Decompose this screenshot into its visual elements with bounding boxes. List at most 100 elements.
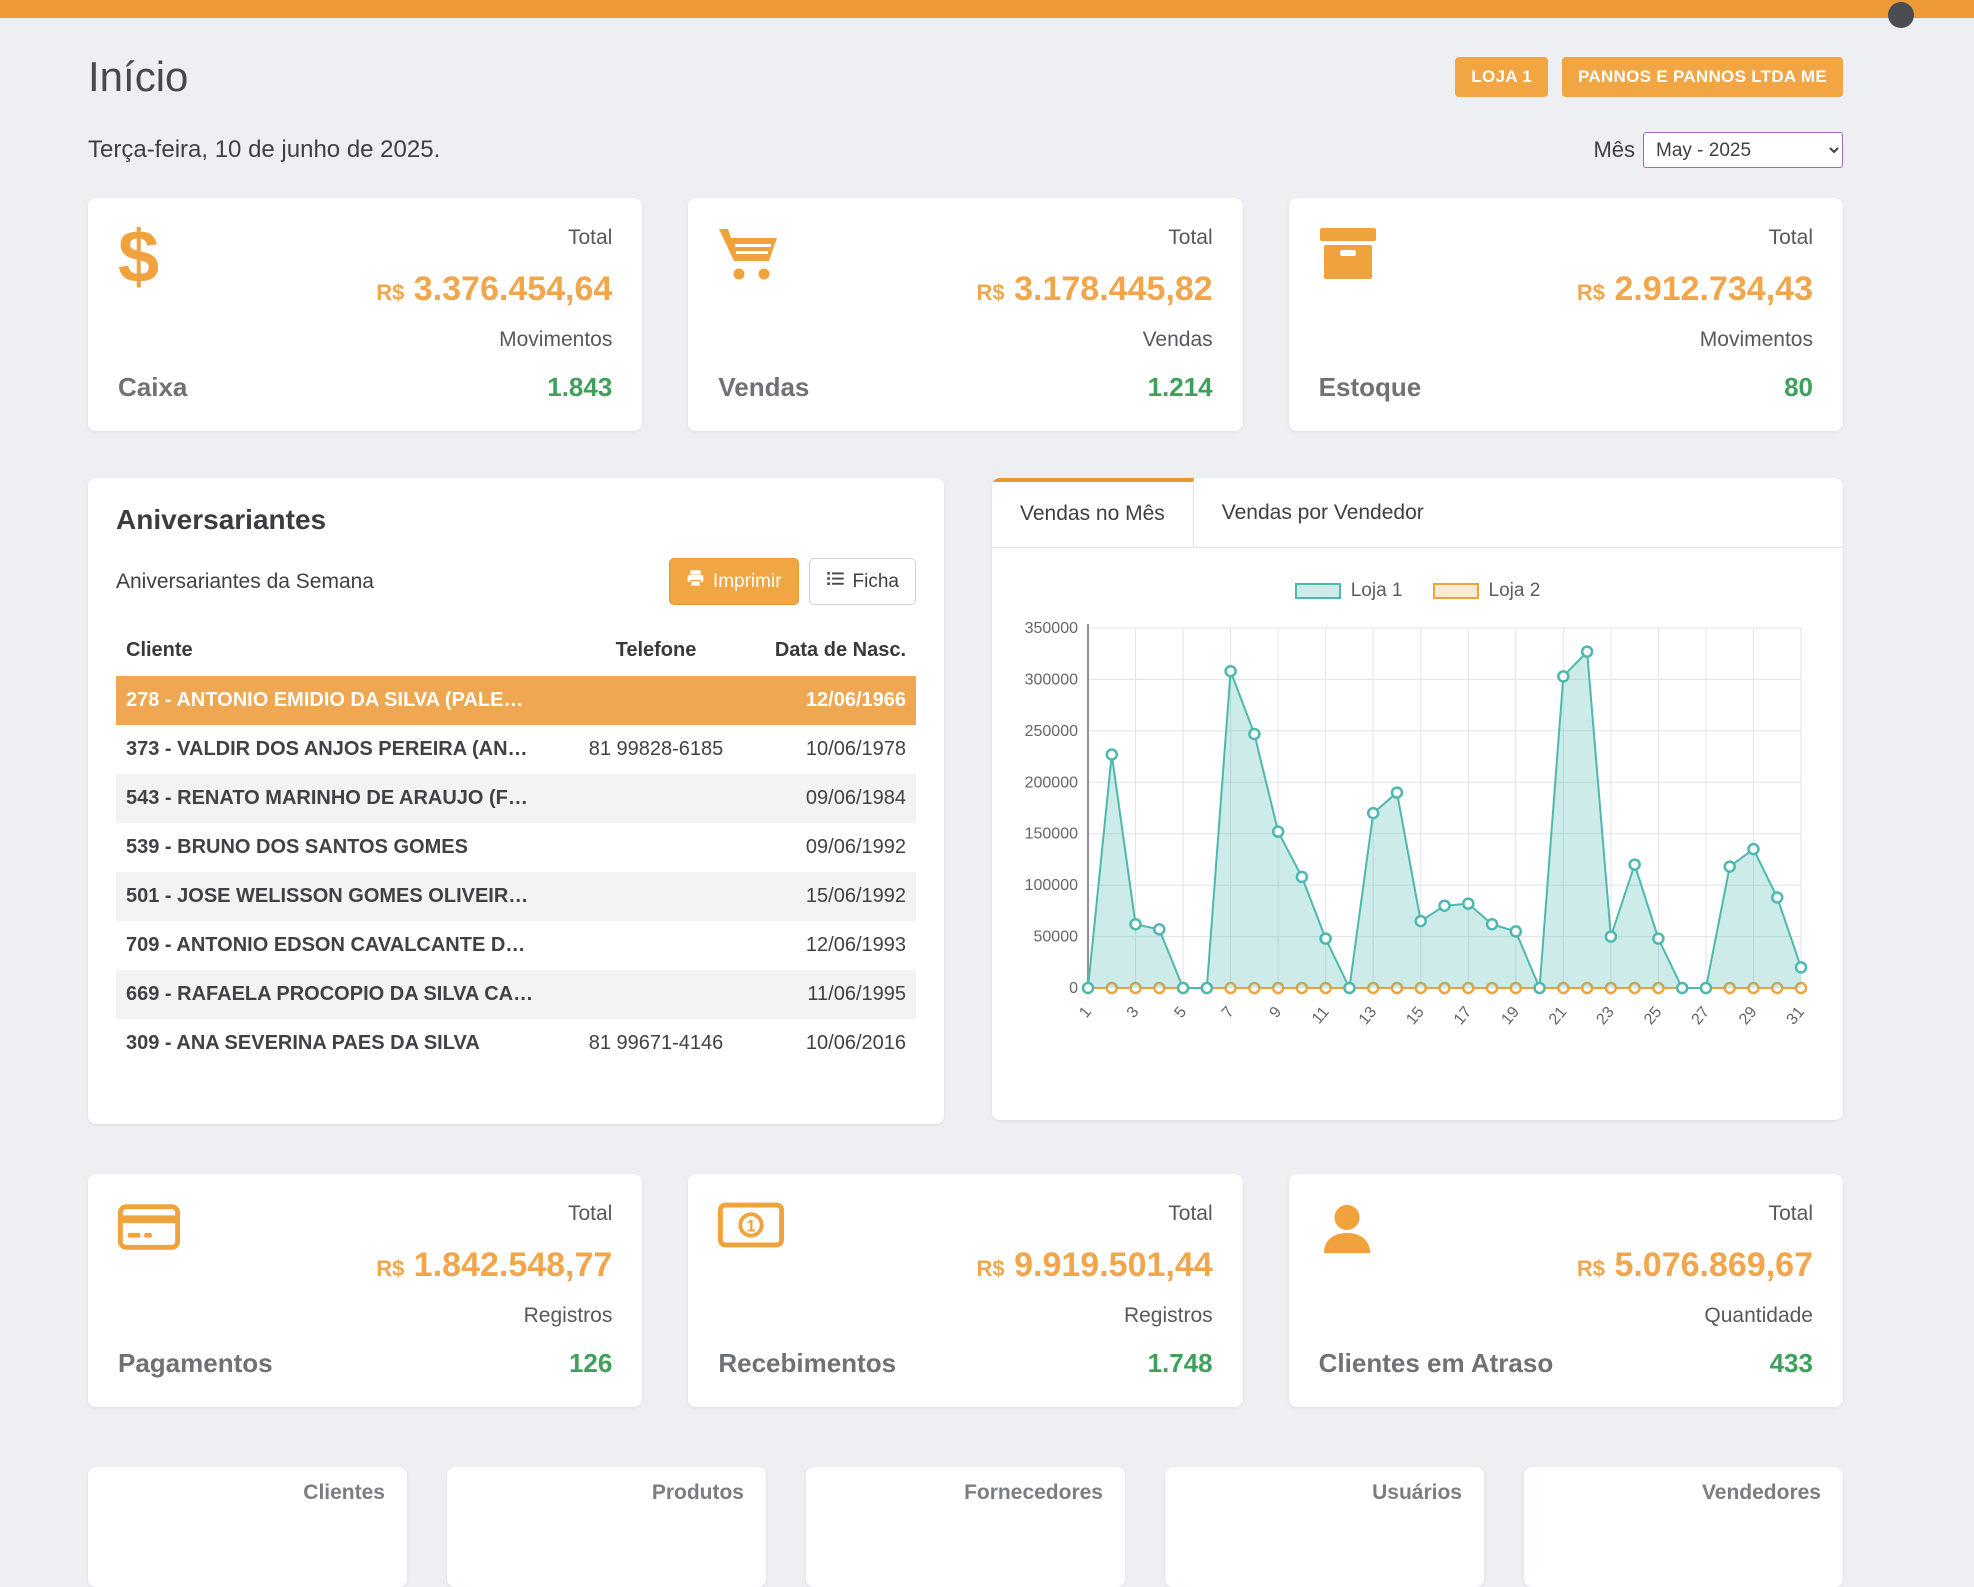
total-amount: R$ 1.842.548,77	[376, 1246, 612, 1285]
tab-vendas-por-vendedor[interactable]: Vendas por Vendedor	[1194, 478, 1452, 547]
legend-label: Loja 2	[1489, 580, 1541, 602]
cell-client: 543 - RENATO MARINHO DE ARAUJO (F…	[116, 774, 564, 823]
store-badge[interactable]: LOJA 1	[1455, 57, 1548, 97]
user-avatar[interactable]	[1888, 2, 1914, 28]
cell-phone	[564, 921, 748, 970]
tab-vendas-no-mes[interactable]: Vendas no Mês	[992, 478, 1194, 547]
company-badge[interactable]: PANNOS E PANNOS LTDA ME	[1562, 57, 1843, 97]
card-label: Recebimentos	[718, 1348, 896, 1379]
card-label: Estoque	[1319, 372, 1422, 403]
svg-text:31: 31	[1784, 1004, 1809, 1029]
mini-card-label: Produtos	[652, 1481, 744, 1504]
sales-tabs: Vendas no Mês Vendas por Vendedor	[992, 478, 1843, 548]
count-value: 1.214	[977, 372, 1213, 403]
cell-phone	[564, 970, 748, 1019]
mini-card-clientes: Clientes	[88, 1467, 407, 1587]
card-label: Pagamentos	[118, 1348, 273, 1379]
legend-loja1[interactable]: Loja 1	[1295, 580, 1403, 602]
svg-text:50000: 50000	[1034, 929, 1079, 946]
svg-text:11: 11	[1309, 1004, 1333, 1028]
stats-row-bottom: Pagamentos Total R$ 1.842.548,77 Registr…	[88, 1174, 1843, 1407]
total-label: Total	[1577, 226, 1813, 250]
total-amount: R$ 3.376.454,64	[376, 270, 612, 309]
month-select[interactable]: May - 2025	[1643, 132, 1843, 168]
table-row[interactable]: 501 - JOSE WELISSON GOMES OLIVEIR…15/06/…	[116, 872, 916, 921]
table-row[interactable]: 709 - ANTONIO EDSON CAVALCANTE D… 12/06/1…	[116, 921, 916, 970]
cell-phone: 81 99828-6185	[564, 725, 748, 774]
svg-text:19: 19	[1498, 1004, 1523, 1029]
cell-client: 501 - JOSE WELISSON GOMES OLIVEIR…	[116, 872, 564, 921]
print-button[interactable]: Imprimir	[669, 558, 799, 605]
birthdays-title: Aniversariantes	[116, 504, 916, 536]
legend-loja2[interactable]: Loja 2	[1433, 580, 1541, 602]
cart-icon	[718, 226, 809, 287]
cell-birth: 11/06/1995	[748, 970, 916, 1019]
cell-birth: 09/06/1984	[748, 774, 916, 823]
svg-text:21: 21	[1546, 1004, 1571, 1029]
svg-text:250000: 250000	[1025, 723, 1078, 740]
chart-legend: Loja 1 Loja 2	[1014, 580, 1821, 602]
total-amount: R$ 9.919.501,44	[977, 1246, 1213, 1285]
total-label: Total	[1577, 1202, 1813, 1226]
svg-text:350000: 350000	[1025, 620, 1078, 637]
box-icon	[1319, 226, 1422, 287]
dashboard: Início LOJA 1 PANNOS E PANNOS LTDA ME Te…	[0, 18, 1974, 1587]
svg-text:9: 9	[1266, 1004, 1285, 1022]
cell-client: 709 - ANTONIO EDSON CAVALCANTE D…	[116, 921, 564, 970]
cell-phone	[564, 774, 748, 823]
ficha-button[interactable]: Ficha	[809, 558, 916, 605]
svg-text:1: 1	[1076, 1004, 1095, 1022]
col-header-telefone: Telefone	[564, 629, 748, 676]
sales-panel: Vendas no Mês Vendas por Vendedor Loja 1…	[992, 478, 1843, 1120]
table-row[interactable]: 309 - ANA SEVERINA PAES DA SILVA81 99671…	[116, 1019, 916, 1068]
mini-card-label: Vendedores	[1702, 1481, 1821, 1504]
cell-phone	[564, 823, 748, 872]
current-date: Terça-feira, 10 de junho de 2025.	[88, 136, 440, 164]
cell-client: 373 - VALDIR DOS ANJOS PEREIRA (AN…	[116, 725, 564, 774]
svg-text:15: 15	[1403, 1004, 1428, 1029]
birthdays-subtitle: Aniversariantes da Semana	[116, 570, 374, 594]
legend-swatch-loja1	[1295, 583, 1341, 599]
legend-label: Loja 1	[1351, 580, 1403, 602]
top-navbar	[0, 0, 1974, 18]
table-row[interactable]: 539 - BRUNO DOS SANTOS GOMES09/06/1992	[116, 823, 916, 872]
count-label: Registros	[376, 1304, 612, 1328]
count-label: Movimentos	[376, 328, 612, 352]
count-label: Registros	[977, 1304, 1213, 1328]
col-header-cliente: Cliente	[116, 629, 564, 676]
svg-text:29: 29	[1736, 1004, 1761, 1029]
cell-client: 539 - BRUNO DOS SANTOS GOMES	[116, 823, 564, 872]
table-row[interactable]: 278 - ANTONIO EMIDIO DA SILVA (PALE…12/0…	[116, 676, 916, 725]
svg-text:3: 3	[1124, 1004, 1143, 1022]
list-icon	[826, 569, 845, 594]
svg-text:0: 0	[1069, 980, 1078, 997]
table-row[interactable]: 543 - RENATO MARINHO DE ARAUJO (F… 09/06/…	[116, 774, 916, 823]
cell-birth: 10/06/1978	[748, 725, 916, 774]
mini-card-fornecedores: Fornecedores	[806, 1467, 1125, 1587]
svg-text:7: 7	[1219, 1004, 1238, 1022]
stat-card-clientes-atraso: Clientes em Atraso Total R$ 5.076.869,67…	[1289, 1174, 1843, 1407]
cell-birth: 12/06/1993	[748, 921, 916, 970]
total-label: Total	[376, 226, 612, 250]
stat-card-estoque: Estoque Total R$ 2.912.734,43 Movimentos…	[1289, 198, 1843, 431]
banknote-icon: 1	[718, 1202, 896, 1253]
svg-text:300000: 300000	[1025, 671, 1078, 688]
page-title: Início	[88, 52, 188, 102]
total-amount: R$ 2.912.734,43	[1577, 270, 1813, 309]
card-label: Caixa	[118, 372, 187, 403]
svg-text:17: 17	[1451, 1004, 1476, 1029]
total-label: Total	[376, 1202, 612, 1226]
svg-text:200000: 200000	[1025, 774, 1078, 791]
svg-text:1: 1	[747, 1217, 756, 1235]
dollar-icon: $	[118, 226, 187, 289]
mini-card-label: Clientes	[303, 1481, 385, 1504]
count-value: 80	[1577, 372, 1813, 403]
count-value: 1.843	[376, 372, 612, 403]
birthdays-table: Cliente Telefone Data de Nasc. 278 - ANT…	[116, 629, 916, 1068]
svg-text:13: 13	[1356, 1004, 1381, 1029]
table-row[interactable]: 373 - VALDIR DOS ANJOS PEREIRA (AN…81 99…	[116, 725, 916, 774]
col-header-data-nasc: Data de Nasc.	[748, 629, 916, 676]
total-amount: R$ 3.178.445,82	[977, 270, 1213, 309]
table-row[interactable]: 669 - RAFAELA PROCOPIO DA SILVA CA…11/06…	[116, 970, 916, 1019]
svg-text:150000: 150000	[1025, 826, 1078, 843]
